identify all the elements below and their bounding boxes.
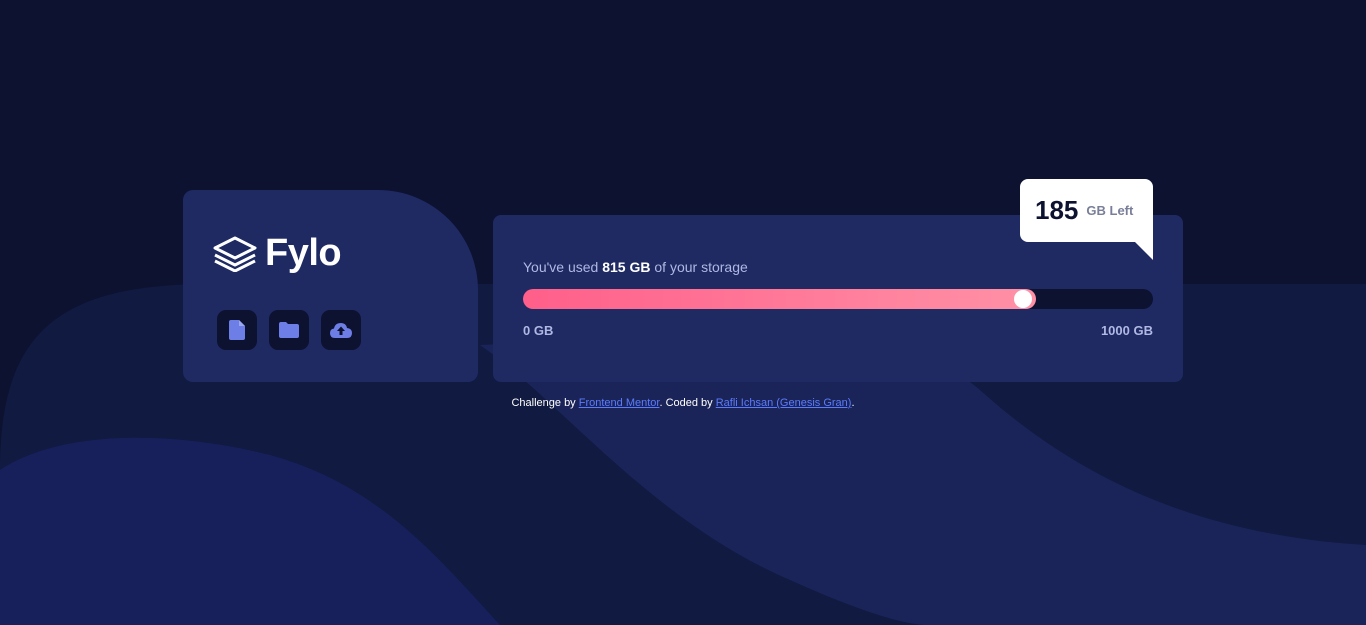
author-link[interactable]: Rafli Ichsan (Genesis Gran) [716,397,852,409]
upload-button[interactable] [321,310,361,350]
stacked-layers-icon [213,236,257,272]
logo-card: Fylo [183,190,478,382]
attribution-prefix: Challenge by [511,397,579,409]
remaining-number: 185 [1035,195,1079,225]
brand-logo: Fylo [213,232,342,275]
scale-max-label: 1000 GB [1100,323,1153,338]
usage-prefix: You've used [523,259,603,275]
attribution: Challenge by Frontend Mentor. Coded by R… [0,397,1366,409]
folder-icon [279,322,299,338]
used-amount: 815 GB [602,259,651,275]
attribution-suffix: . [851,397,855,409]
remaining-unit: GB Left [1086,203,1134,218]
storage-usage-text: You've used 815 GB of your storage [523,259,748,275]
scale-min-label: 0 GB [523,323,554,338]
document-button[interactable] [217,310,257,350]
folder-button[interactable] [269,310,309,350]
cloud-upload-icon [330,322,352,338]
progress-knob [1014,290,1032,308]
attribution-middle: . Coded by [659,397,716,409]
file-actions [217,310,373,350]
brand-name: Fylo [265,232,342,274]
storage-remaining-bubble: 185 GB Left [1020,179,1153,260]
document-icon [229,320,245,340]
frontend-mentor-link[interactable]: Frontend Mentor [579,397,660,409]
storage-progress-fill [523,289,1036,309]
usage-suffix: of your storage [650,259,748,275]
storage-progress-bar [523,289,1153,309]
